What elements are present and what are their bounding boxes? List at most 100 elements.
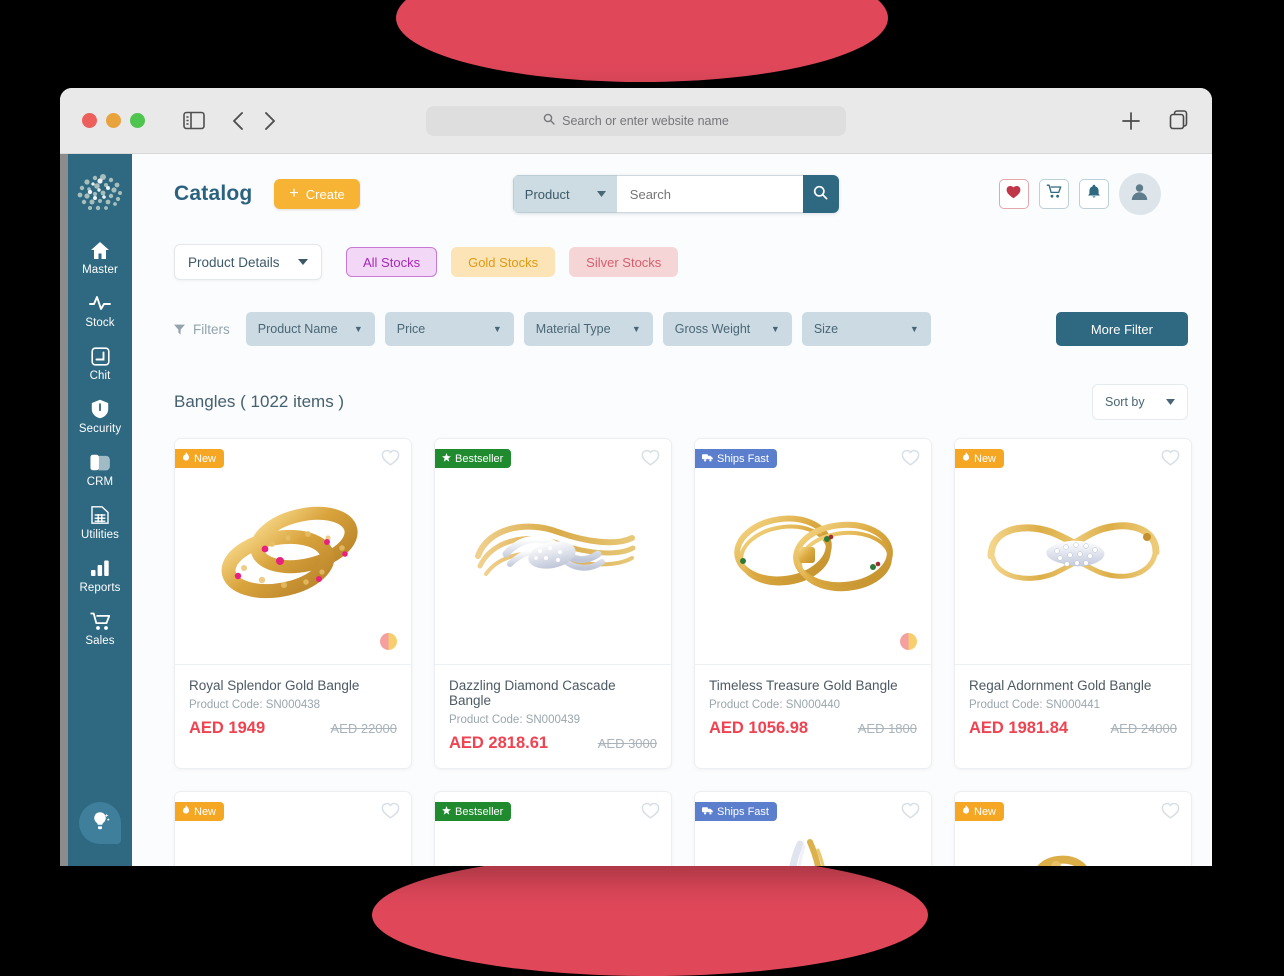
product-price: AED 1056.98 [709,719,809,737]
chevron-down-icon [1166,399,1175,405]
chip-gold-stocks[interactable]: Gold Stocks [451,247,556,277]
filter-product-name[interactable]: Product Name ▼ [245,312,375,346]
product-code: Product Code: SN000438 [189,699,321,711]
sidebar-item-stock[interactable]: Stock [68,283,132,336]
product-card[interactable]: New [174,791,412,866]
filter-price[interactable]: Price ▼ [384,312,514,346]
traffic-lights [82,113,145,128]
product-badge: New [175,449,225,468]
chevron-left-icon[interactable] [231,111,245,131]
product-badge: Bestseller [435,449,512,468]
favorite-icon[interactable] [1161,449,1180,471]
flame-icon [182,805,190,818]
sidebar-item-utilities[interactable]: Utilities [68,495,132,548]
cart-button[interactable] [1038,179,1069,209]
notifications-button[interactable] [1078,179,1109,209]
minimize-window-button[interactable] [106,113,121,128]
favorite-icon[interactable] [901,802,920,824]
product-card[interactable]: Ships Fast [694,438,932,769]
global-search: Product [512,175,839,213]
browser-window: Search or enter website name Master Stoc… [60,88,1212,866]
sidebar-toggle-icon[interactable] [183,111,205,130]
sidebar-item-crm[interactable]: CRM [68,442,132,495]
chip-all-stocks[interactable]: All Stocks [346,247,438,277]
product-prices: AED 1981.84 AED 24000 [969,719,1177,738]
product-old-price: AED 1800 [857,721,917,736]
product-old-price: AED 3000 [597,736,657,751]
create-button[interactable]: + Create [274,179,360,209]
product-card[interactable]: New [174,438,412,769]
filter-label: Price [396,322,426,336]
sidebar-item-sales[interactable]: Sales [68,601,132,654]
sort-by-select[interactable]: Sort by [1092,384,1188,420]
product-card[interactable]: Bestseller [434,438,672,769]
close-window-button[interactable] [82,113,97,128]
heart-icon [1006,185,1021,204]
product-photo-regal-adornment-bangle [987,522,1159,581]
more-filter-button[interactable]: More Filter [1055,312,1188,346]
user-avatar[interactable] [1118,173,1161,215]
product-badge: New [175,802,225,821]
product-card[interactable]: New [954,438,1192,769]
sidebar-item-master[interactable]: Master [68,230,132,283]
filter-label: Material Type [535,322,611,336]
favorite-icon[interactable] [641,449,660,471]
window-left-edge [60,154,68,866]
sidebar-item-security[interactable]: Security [68,389,132,442]
chevron-right-icon[interactable] [263,111,277,131]
favorite-icon[interactable] [641,802,660,824]
filters-row: Filters Product Name ▼ Price ▼ Material … [174,312,1188,346]
product-prices: AED 2818.61 AED 3000 [449,734,657,753]
color-swatch[interactable] [380,633,397,650]
product-badge: New [955,449,1005,468]
product-photo-diamond-cascade-bangle [474,523,635,576]
favorite-icon[interactable] [901,449,920,471]
sidebar-item-label: Master [82,264,118,276]
search-submit-button[interactable] [802,175,839,213]
plus-icon[interactable] [1120,110,1142,132]
company-logo [73,168,127,216]
chevron-down-icon [298,259,308,265]
sidebar-item-label: Reports [79,582,121,594]
product-card[interactable]: Ships Fast [694,791,932,866]
product-grid-row-2: New Bestseller Ships Fast New [174,791,1192,866]
color-swatch[interactable] [900,633,917,650]
search-input[interactable] [616,175,803,213]
sidebar-item-chit[interactable]: Chit [68,336,132,389]
favorite-icon[interactable] [381,449,400,471]
sidebar-item-label: Utilities [81,529,119,541]
product-badge-label: Ships Fast [717,452,769,465]
product-image: Bestseller [435,792,671,866]
idea-assistant-fab[interactable] [79,802,121,844]
favorite-icon[interactable] [1161,802,1180,824]
product-price: AED 1981.84 [969,719,1069,737]
product-card[interactable]: Bestseller [434,791,672,866]
filter-material-type[interactable]: Material Type ▼ [523,312,653,346]
search-icon [543,113,555,128]
copy-tabs-icon[interactable] [1168,109,1190,132]
filter-gross-weight[interactable]: Gross Weight ▼ [662,312,792,346]
truck-icon [702,453,713,465]
chevron-down-icon: ▼ [631,324,641,334]
expand-frame-icon [90,345,110,367]
favorite-icon[interactable] [381,802,400,824]
product-card[interactable]: New [954,791,1192,866]
sort-by-label: Sort by [1105,395,1145,409]
maximize-window-button[interactable] [130,113,145,128]
product-badge: Bestseller [435,802,512,821]
sidebar-item-reports[interactable]: Reports [68,548,132,601]
product-details-select[interactable]: Product Details [174,244,322,280]
header-actions [998,173,1161,215]
filter-size[interactable]: Size ▼ [801,312,931,346]
address-bar[interactable]: Search or enter website name [426,105,846,136]
search-category-select[interactable]: Product [512,175,617,213]
product-badge-label: New [974,452,997,465]
sidebar-item-label: CRM [86,476,114,488]
mobile-card-icon [90,451,110,473]
chip-silver-stocks[interactable]: Silver Stocks [569,247,679,277]
product-photo-twisted-diamond-bangle [789,839,825,866]
wishlist-button[interactable] [998,179,1029,209]
flame-icon [962,452,970,465]
filters-label: Filters [193,321,230,337]
product-badge-label: New [194,805,217,818]
